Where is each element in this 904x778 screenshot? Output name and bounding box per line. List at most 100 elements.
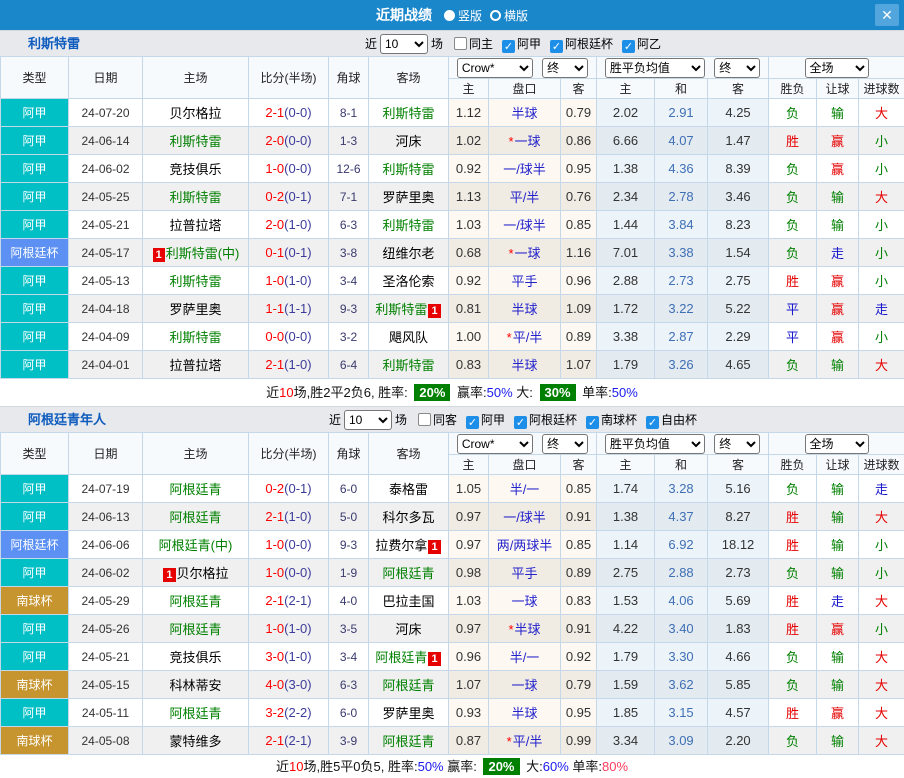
odds-time-select[interactable]: 终 — [714, 434, 760, 454]
odds-type-select[interactable]: 胜平负均值 — [605, 58, 705, 78]
ah-company-select[interactable]: Crow* — [457, 58, 533, 78]
result-handicap: 输 — [817, 727, 859, 755]
ah-away-odds: 0.92 — [561, 643, 597, 671]
result-wdl: 胜 — [769, 127, 817, 155]
layout-vertical-radio[interactable] — [444, 10, 455, 21]
fulltime-score: 0-0 — [265, 329, 284, 344]
home-team-name: 利斯特雷 — [169, 190, 221, 205]
sub-res-handicap: 让球 — [817, 79, 859, 99]
corner-cell: 4-0 — [329, 587, 369, 615]
odds-draw: 3.22 — [655, 295, 708, 323]
ah-line-cell: 平手 — [489, 559, 561, 587]
ah-time-select[interactable]: 终 — [542, 58, 588, 78]
odds-draw: 3.26 — [655, 351, 708, 379]
league-filter-group: ✓阿甲✓阿根廷杯✓阿乙 — [494, 35, 662, 53]
league-checkbox[interactable]: ✓ — [622, 40, 635, 53]
fulltime-score: 1-0 — [265, 537, 284, 552]
halftime-score: (2-1) — [284, 593, 311, 608]
result-wdl: 胜 — [769, 699, 817, 727]
ah-company-select[interactable]: Crow* — [457, 434, 533, 454]
ah-line-text: 半/一 — [510, 650, 540, 665]
same-venue-checkbox[interactable] — [418, 413, 431, 426]
league-type-cell: 阿甲 — [1, 99, 69, 127]
home-team-cell: 阿根廷青(中) — [143, 531, 249, 559]
score-cell: 0-2(0-1) — [249, 183, 329, 211]
home-team-cell: 阿根廷青 — [143, 699, 249, 727]
halftime-score: (0-1) — [284, 481, 311, 496]
sub-odds-home: 主 — [597, 79, 655, 99]
league-type-cell: 阿甲 — [1, 351, 69, 379]
star-mark: * — [507, 734, 512, 749]
match-date: 24-05-15 — [69, 671, 143, 699]
same-venue-checkbox[interactable] — [454, 37, 467, 50]
match-row: 阿甲24-04-18罗萨里奥1-1(1-1)9-3利斯特雷10.81半球1.09… — [1, 295, 904, 323]
ah-line-text: 半球 — [515, 622, 541, 637]
league-checkbox[interactable]: ✓ — [646, 416, 659, 429]
odds-away: 2.73 — [708, 559, 769, 587]
league-type-cell: 阿甲 — [1, 475, 69, 503]
match-row: 南球杯24-05-08蒙特维多2-1(2-1)3-9阿根廷青0.87*平/半0.… — [1, 727, 904, 755]
odds-time-select[interactable]: 终 — [714, 58, 760, 78]
close-icon[interactable]: ✕ — [875, 4, 899, 26]
home-team-cell: 1利斯特雷(中) — [143, 239, 249, 267]
goals-scope-select[interactable]: 全场 — [805, 434, 869, 454]
odds-away: 1.47 — [708, 127, 769, 155]
odds-away: 4.65 — [708, 351, 769, 379]
layout-horizontal-radio[interactable] — [490, 10, 501, 21]
summary-segment: 近 — [266, 385, 279, 400]
sub-res-wdl: 胜负 — [769, 455, 817, 475]
ah-line-cell: 一/球半 — [489, 211, 561, 239]
corner-cell: 6-4 — [329, 351, 369, 379]
ah-line-cell: 半球 — [489, 99, 561, 127]
ah-home-odds: 1.13 — [449, 183, 489, 211]
score-cell: 3-2(2-2) — [249, 699, 329, 727]
corner-cell: 3-9 — [329, 727, 369, 755]
odds-type-select[interactable]: 胜平负均值 — [605, 434, 705, 454]
result-goals: 小 — [859, 323, 904, 351]
league-type-cell: 阿甲 — [1, 127, 69, 155]
league-checkbox[interactable]: ✓ — [514, 416, 527, 429]
recent-count-select[interactable]: 10 — [344, 410, 392, 430]
layout-vertical-label[interactable]: 竖版 — [458, 7, 482, 24]
match-row: 阿甲24-05-26阿根廷青1-0(1-0)3-5河床0.97*半球0.914.… — [1, 615, 904, 643]
match-date: 24-04-18 — [69, 295, 143, 323]
odds-away: 18.12 — [708, 531, 769, 559]
result-handicap: 赢 — [817, 323, 859, 351]
result-handicap: 输 — [817, 183, 859, 211]
league-checkbox[interactable]: ✓ — [466, 416, 479, 429]
recent-count-select[interactable]: 10 — [380, 34, 428, 54]
home-team-name: 竞技俱乐 — [169, 650, 221, 665]
fulltime-score: 2-1 — [265, 105, 284, 120]
ah-line-text: 平/半 — [513, 330, 543, 345]
result-handicap: 赢 — [817, 155, 859, 183]
layout-horizontal-label[interactable]: 横版 — [504, 7, 528, 24]
fulltime-score: 1-0 — [265, 161, 284, 176]
ah-away-odds: 0.85 — [561, 531, 597, 559]
ah-time-select[interactable]: 终 — [542, 434, 588, 454]
away-team-cell: 利斯特雷 — [369, 211, 449, 239]
near-label: 近 — [329, 411, 341, 428]
league-checkbox[interactable]: ✓ — [586, 416, 599, 429]
halftime-score: (2-1) — [284, 733, 311, 748]
league-type-cell: 阿甲 — [1, 323, 69, 351]
home-team-name: 贝尔格拉 — [177, 566, 229, 581]
ah-away-odds: 0.76 — [561, 183, 597, 211]
ah-away-odds: 0.89 — [561, 559, 597, 587]
goals-scope-select[interactable]: 全场 — [805, 58, 869, 78]
league-checkbox[interactable]: ✓ — [550, 40, 563, 53]
ah-home-odds: 0.68 — [449, 239, 489, 267]
result-wdl: 胜 — [769, 531, 817, 559]
away-team-cell: 罗萨里奥 — [369, 183, 449, 211]
ah-away-odds: 0.95 — [561, 155, 597, 183]
result-wdl: 平 — [769, 323, 817, 351]
league-label: 自由杯 — [661, 413, 697, 427]
summary-segment: 单率: — [569, 759, 602, 774]
result-handicap: 输 — [817, 99, 859, 127]
league-checkbox[interactable]: ✓ — [502, 40, 515, 53]
sub-res-goals: 进球数 — [859, 455, 904, 475]
away-team-name: 河床 — [395, 622, 421, 637]
summary-segment: 赢率: — [453, 385, 486, 400]
col-score: 比分(半场) — [249, 433, 329, 475]
ah-away-odds: 0.86 — [561, 127, 597, 155]
ah-line-text: 平手 — [511, 274, 537, 289]
